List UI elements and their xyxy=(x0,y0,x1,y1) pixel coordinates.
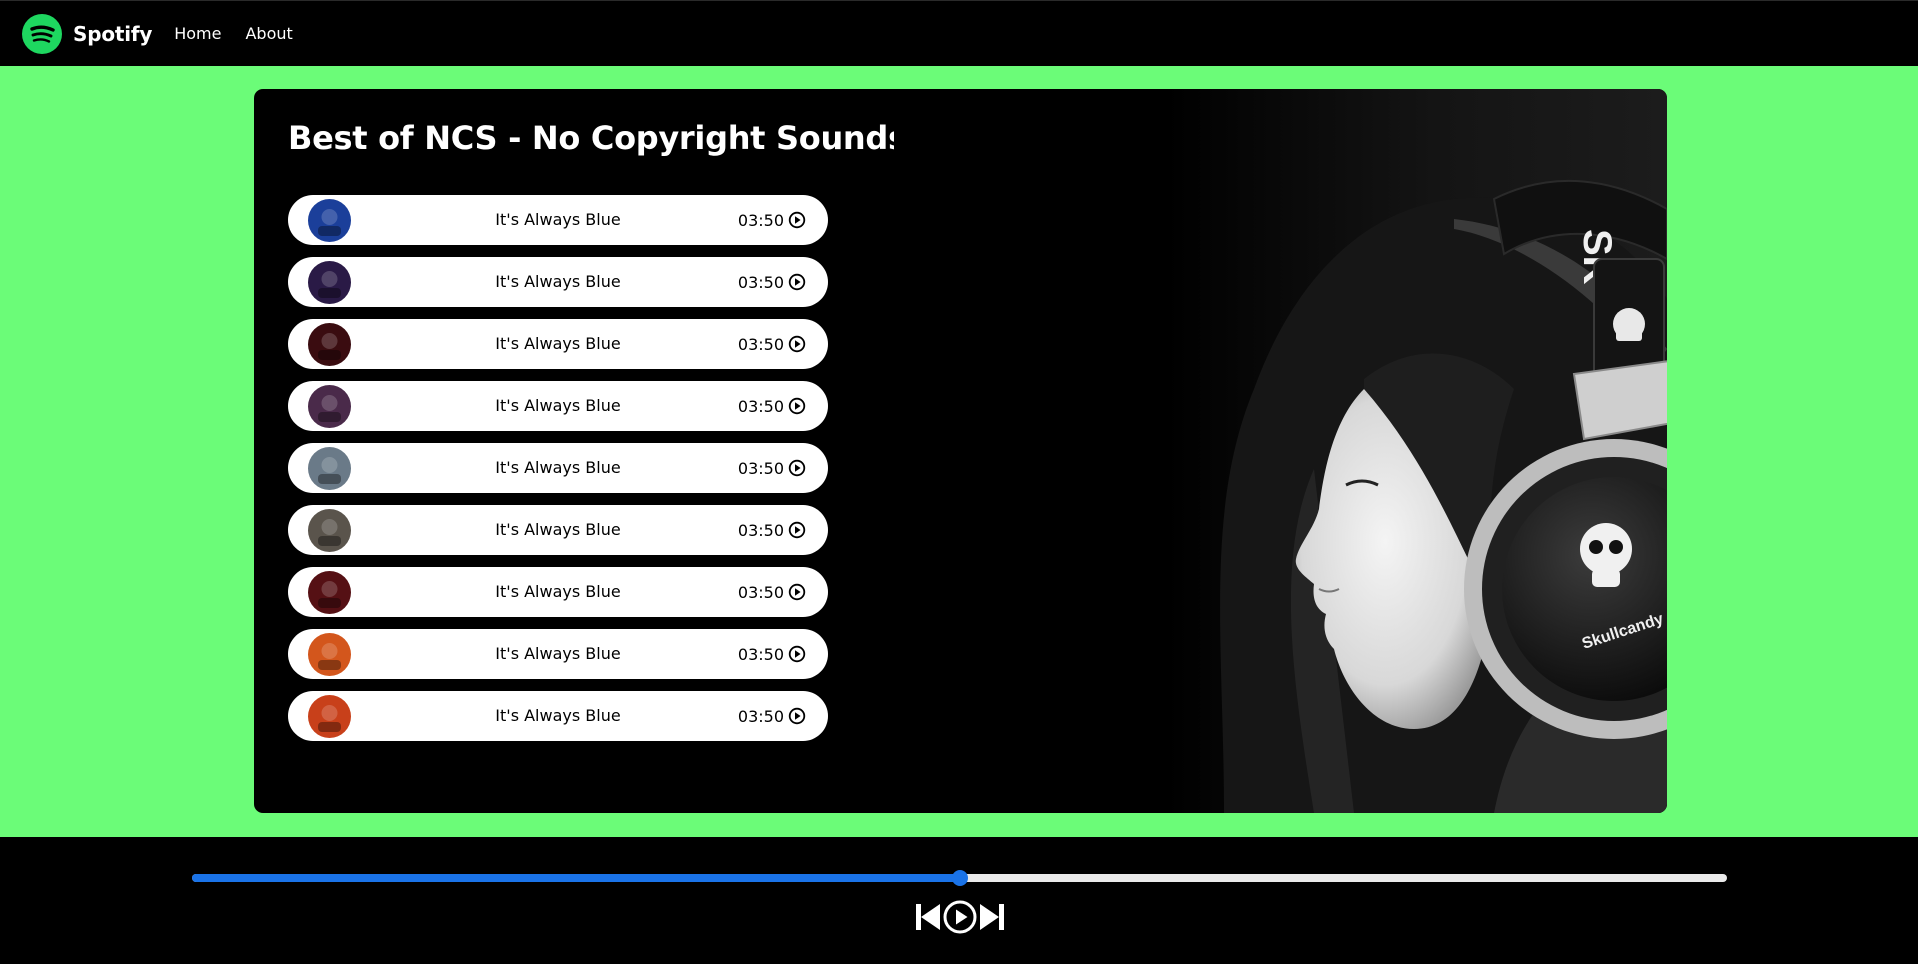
song-duration: 03:50 xyxy=(737,396,784,416)
play-circle-icon[interactable] xyxy=(788,645,806,663)
song-duration-group: 03:50 xyxy=(738,505,806,555)
song-duration-group: 03:50 xyxy=(738,443,806,493)
song-duration-group: 03:50 xyxy=(738,629,806,679)
song-duration-group: 03:50 xyxy=(738,691,806,741)
playlist-title: Best of NCS - No Copyright Sounds xyxy=(288,119,907,157)
play-circle-icon[interactable] xyxy=(788,397,806,415)
song-item[interactable]: It's Always Blue 03:50 xyxy=(288,443,828,493)
play-circle-icon[interactable] xyxy=(788,335,806,353)
song-duration: 03:50 xyxy=(737,582,784,602)
player-bar xyxy=(0,837,1918,964)
play-circle-icon[interactable] xyxy=(788,273,806,291)
previous-icon[interactable] xyxy=(916,904,940,930)
song-item[interactable]: It's Always Blue 03:50 xyxy=(288,195,828,245)
progress-bar[interactable] xyxy=(192,870,1727,886)
spotify-logo-icon xyxy=(22,13,62,54)
player-controls xyxy=(916,899,1004,935)
play-circle-icon[interactable] xyxy=(788,583,806,601)
song-item[interactable]: It's Always Blue 03:50 xyxy=(288,629,828,679)
progress-thumb[interactable] xyxy=(951,870,968,886)
hero-artwork: SK Skullcandy xyxy=(894,89,1667,813)
song-duration: 03:50 xyxy=(737,272,784,292)
main-area: Best of NCS - No Copyright Sounds It's A… xyxy=(0,66,1918,837)
play-circle-icon[interactable] xyxy=(788,707,806,725)
song-item[interactable]: It's Always Blue 03:50 xyxy=(288,381,828,431)
hero-image: SK Skullcandy xyxy=(894,89,1667,813)
song-duration-group: 03:50 xyxy=(738,257,806,307)
playlist-panel: Best of NCS - No Copyright Sounds It's A… xyxy=(254,89,1667,813)
song-duration: 03:50 xyxy=(737,706,784,726)
song-list: It's Always Blue 03:50 It's Always Blue 03:… xyxy=(288,195,828,753)
nav-link-about[interactable]: About xyxy=(245,24,292,43)
song-item[interactable]: It's Always Blue 03:50 xyxy=(288,691,828,741)
play-icon[interactable] xyxy=(943,900,977,934)
song-item[interactable]: It's Always Blue 03:50 xyxy=(288,505,828,555)
song-item[interactable]: It's Always Blue 03:50 xyxy=(288,257,828,307)
brand-name: Spotify xyxy=(73,21,153,46)
song-duration: 03:50 xyxy=(737,520,784,540)
play-circle-icon[interactable] xyxy=(788,211,806,229)
song-duration-group: 03:50 xyxy=(738,567,806,617)
song-duration-group: 03:50 xyxy=(738,319,806,369)
navbar: Spotify Home About xyxy=(0,0,1918,66)
brand-link[interactable]: Spotify xyxy=(22,13,153,54)
song-duration: 03:50 xyxy=(737,210,784,230)
progress-fill xyxy=(192,874,960,882)
song-duration: 03:50 xyxy=(737,644,784,664)
song-duration-group: 03:50 xyxy=(738,195,806,245)
play-circle-icon[interactable] xyxy=(788,459,806,477)
song-duration-group: 03:50 xyxy=(738,381,806,431)
next-icon[interactable] xyxy=(980,904,1004,930)
nav-link-home[interactable]: Home xyxy=(174,24,221,43)
song-item[interactable]: It's Always Blue 03:50 xyxy=(288,319,828,369)
song-duration: 03:50 xyxy=(737,458,784,478)
play-circle-icon[interactable] xyxy=(788,521,806,539)
song-duration: 03:50 xyxy=(737,334,784,354)
song-item[interactable]: It's Always Blue 03:50 xyxy=(288,567,828,617)
